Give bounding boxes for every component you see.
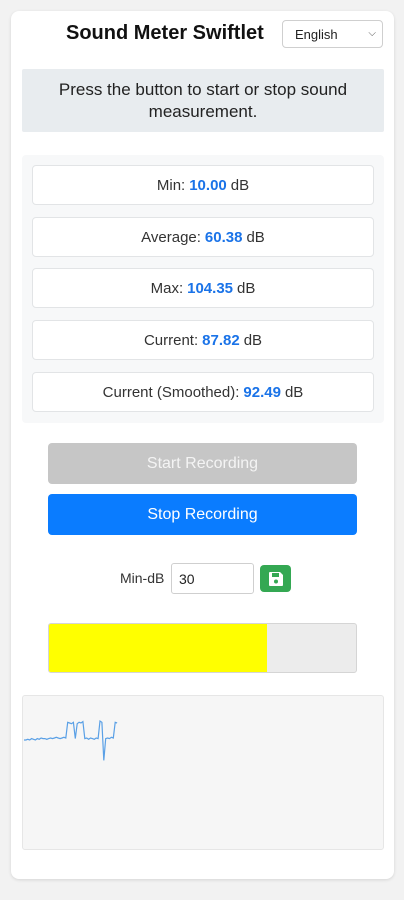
stat-value: 60.38 [204, 228, 243, 246]
stat-unit: dB [237, 279, 256, 297]
stat-unit: dB [243, 331, 263, 349]
min-db-label: Min-dB [120, 570, 165, 586]
stop-recording-button[interactable]: Stop Recording [48, 494, 357, 535]
stat-unit: dB [284, 383, 304, 401]
app-title: Sound Meter Swiftlet [66, 22, 264, 44]
stat-min: Min: 10.00 dB [32, 165, 374, 205]
stat-label: Average: [141, 228, 201, 246]
stat-value: 92.49 [243, 383, 281, 401]
stat-label: Current (Smoothed): [102, 383, 240, 401]
stats-panel: Min: 10.00 dB Average: 60.38 dB Max: 104… [22, 155, 384, 423]
stat-value: 87.82 [202, 331, 240, 349]
sound-history-graph [22, 695, 384, 850]
instruction-banner: Press the button to start or stop sound … [22, 69, 384, 132]
stat-unit: dB [246, 228, 265, 246]
stat-current: Current: 87.82 dB [32, 320, 374, 360]
stat-max: Max: 104.35 dB [32, 268, 374, 308]
stat-unit: dB [230, 176, 250, 194]
history-graph-line [24, 719, 118, 761]
start-recording-button[interactable]: Start Recording [48, 443, 357, 484]
sound-level-fill [49, 624, 267, 672]
stat-label: Max: [150, 279, 184, 297]
chevron-down-icon: ⌵ [368, 28, 376, 39]
stat-value: 10.00 [189, 176, 227, 194]
min-db-input[interactable]: 30 [171, 563, 254, 594]
save-icon [268, 571, 283, 586]
language-select[interactable]: English ⌵ [282, 20, 383, 48]
sound-level-meter [48, 623, 357, 673]
stat-label: Min: [156, 176, 186, 194]
stat-label: Current: [143, 331, 199, 349]
stat-average: Average: 60.38 dB [32, 217, 374, 257]
language-selected-value: English [295, 27, 338, 42]
stat-value: 104.35 [187, 279, 234, 297]
history-graph-canvas [24, 719, 118, 761]
stat-current-smoothed: Current (Smoothed): 92.49 dB [32, 372, 374, 412]
save-button[interactable] [260, 565, 291, 592]
